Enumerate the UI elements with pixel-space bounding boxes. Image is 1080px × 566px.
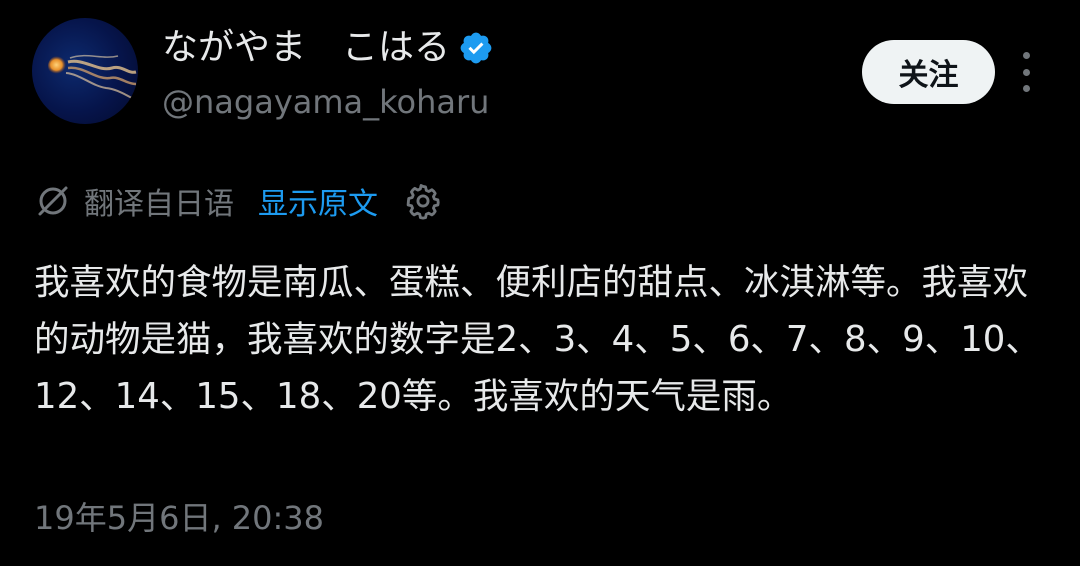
more-dot (1022, 68, 1030, 76)
gear-icon[interactable] (404, 182, 442, 220)
author-display-name-row[interactable]: ながやま こはる (162, 24, 494, 72)
translate-off-icon (38, 186, 68, 216)
more-dot (1022, 85, 1030, 92)
follow-button[interactable]: 关注 (862, 40, 995, 104)
author-handle[interactable]: @nagayama_koharu (162, 80, 489, 124)
tweet-timestamp[interactable]: 19年5月6日, 20:38 (34, 496, 324, 540)
translation-bar: 翻译自日语 显示原文 (34, 178, 442, 224)
avatar[interactable] (32, 18, 138, 124)
more-dot (1022, 52, 1030, 59)
translated-from-label: 翻译自日语 (84, 187, 234, 222)
author-display-name[interactable]: ながやま こはる (162, 24, 450, 72)
show-original-link[interactable]: 显示原文 (258, 179, 378, 223)
jellyfish-avatar-icon (48, 54, 137, 99)
verified-badge-icon (460, 32, 492, 64)
more-dots-icon[interactable] (1012, 52, 1040, 92)
tweet-text: 我喜欢的食物是南瓜、蛋糕、便利店的甜点、冰淇淋等。我喜欢的动物是猫，我喜欢的数字… (34, 262, 1041, 417)
